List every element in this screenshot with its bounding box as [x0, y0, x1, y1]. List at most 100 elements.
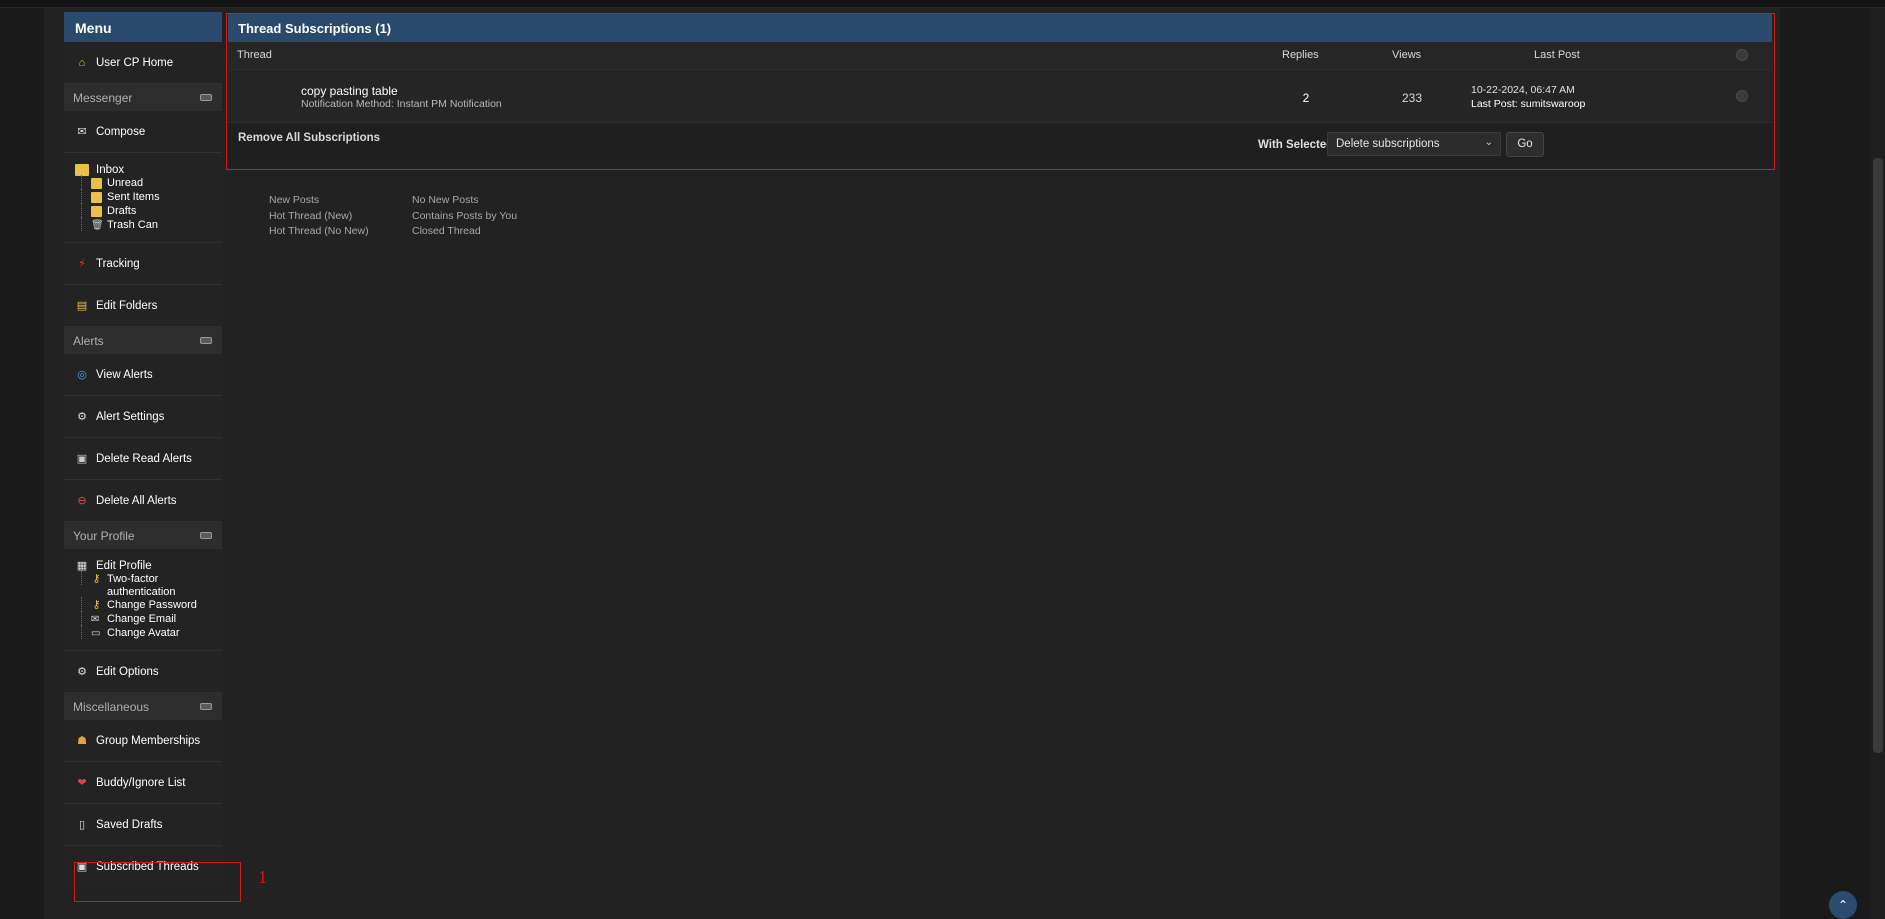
sidebar-subitem-trash-can[interactable]: 🗑 Trash Can	[75, 217, 222, 233]
section-title: Your Profile	[73, 529, 135, 543]
left-gutter	[0, 8, 44, 919]
sidebar-item-inbox[interactable]: Inbox	[75, 163, 222, 177]
sidebar-item-delete-read-alerts[interactable]: ▣ Delete Read Alerts	[64, 438, 222, 480]
sidebar-subitem-two-factor[interactable]: ⚷ Two-factor authentication	[75, 571, 222, 599]
column-header-views[interactable]: Views	[1392, 49, 1421, 61]
thread-title-link[interactable]: copy pasting table	[301, 84, 398, 98]
last-post-user[interactable]: Last Post: sumitswaroop	[1471, 98, 1585, 110]
sidebar-subitem-label: Change Avatar	[107, 627, 180, 639]
menu-title: Menu	[64, 12, 222, 42]
sidebar-subitem-change-email[interactable]: ✉ Change Email	[75, 611, 222, 627]
sidebar-subitem-sent-items[interactable]: Sent Items	[75, 189, 222, 205]
sidebar-item-user-cp-home[interactable]: ⌂ User CP Home	[64, 42, 222, 84]
folder-icon	[91, 192, 102, 203]
envelope-icon: ✉	[77, 125, 87, 138]
section-header-messenger[interactable]: Messenger	[64, 84, 222, 111]
sidebar-item-group-memberships[interactable]: ☗ Group Memberships	[64, 720, 222, 762]
icon-legend-col-2: No New Posts Contains Posts by You Close…	[412, 194, 517, 241]
sidebar-subitem-unread[interactable]: Unread	[75, 175, 222, 191]
usercp-sidebar: Menu ⌂ User CP Home Messenger ✉ Compose …	[64, 12, 222, 888]
column-header-thread[interactable]: Thread	[237, 49, 272, 61]
sidebar-item-tracking[interactable]: ⚡ Tracking	[64, 243, 222, 285]
action-select-value: Delete subscriptions	[1336, 138, 1440, 150]
sidebar-folder-block: Inbox Unread Sent Items Drafts 🗑 Trash C…	[64, 153, 222, 243]
heart-icon: ❤	[77, 776, 87, 789]
section-header-your-profile[interactable]: Your Profile	[64, 522, 222, 549]
annotation-number: 1	[258, 867, 267, 887]
subscribed-threads-icon: ▣	[76, 861, 88, 873]
delete-read-alerts-icon: ▣	[76, 452, 88, 465]
sidebar-subitem-change-avatar[interactable]: ▭ Change Avatar	[75, 625, 222, 641]
sidebar-item-label: View Alerts	[96, 368, 153, 381]
last-post-date: 10-22-2024, 06:47 AM	[1471, 84, 1575, 96]
sidebar-subitem-label: Change Email	[107, 613, 177, 625]
chevron-down-icon: ⌄	[1484, 137, 1493, 148]
section-header-miscellaneous[interactable]: Miscellaneous	[64, 693, 222, 720]
sidebar-item-label: Delete Read Alerts	[96, 452, 192, 465]
sidebar-profile-block: ▦ Edit Profile ⚷ Two-factor authenticati…	[64, 549, 222, 651]
broadcast-icon: ◎	[77, 368, 87, 381]
sidebar-item-compose[interactable]: ✉ Compose	[64, 111, 222, 153]
select-all-checkbox[interactable]	[1736, 49, 1748, 61]
sidebar-item-view-alerts[interactable]: ◎ View Alerts	[64, 354, 222, 396]
section-header-alerts[interactable]: Alerts	[64, 327, 222, 354]
collapse-icon[interactable]	[200, 532, 212, 539]
sidebar-subitem-change-password[interactable]: ⚷ Change Password	[75, 597, 222, 613]
sidebar-item-label: Edit Options	[96, 665, 159, 678]
views-count: 233	[1401, 91, 1423, 105]
folder-icon	[91, 206, 102, 217]
legend-item: Closed Thread	[412, 225, 481, 237]
sidebar-item-subscribed-threads[interactable]: ▣ Subscribed Threads	[64, 846, 222, 888]
collapse-icon[interactable]	[200, 94, 212, 101]
legend-item: Hot Thread (New)	[269, 209, 353, 222]
remove-all-subscriptions-link[interactable]: Remove All Subscriptions	[238, 132, 380, 144]
sidebar-item-edit-profile[interactable]: ▦ Edit Profile	[75, 559, 222, 573]
trash-icon: 🗑	[91, 220, 104, 231]
edit-folders-icon: ▤	[76, 299, 88, 312]
sidebar-item-label: Edit Folders	[96, 299, 158, 312]
gear-icon: ⚙	[77, 665, 87, 678]
sidebar-subitem-label: Two-factor authentication	[107, 573, 176, 598]
notification-method: Notification Method: Instant PM Notifica…	[301, 98, 502, 110]
sidebar-item-label: Alert Settings	[96, 410, 165, 423]
column-header-last-post[interactable]: Last Post	[1534, 49, 1580, 61]
column-header-row: Thread Replies Views Last Post	[228, 42, 1772, 69]
sidebar-item-label: Buddy/Ignore List	[96, 776, 186, 789]
legend-item: New Posts	[269, 194, 320, 206]
replies-count[interactable]: 2	[1294, 91, 1318, 105]
panel-footer: Remove All Subscriptions With Selected: …	[228, 123, 1772, 167]
collapse-icon[interactable]	[200, 337, 212, 344]
gear-icon: ⚙	[77, 410, 87, 423]
sidebar-subitem-label: Unread	[107, 177, 144, 189]
sidebar-subitem-drafts[interactable]: Drafts	[75, 203, 222, 219]
collapse-icon[interactable]	[200, 703, 212, 710]
sidebar-subitem-label: Drafts	[107, 205, 137, 217]
home-icon: ⌂	[78, 56, 86, 69]
sidebar-item-edit-options[interactable]: ⚙ Edit Options	[64, 651, 222, 693]
scrollbar-thumb[interactable]	[1873, 158, 1883, 753]
envelope-icon: ✉	[91, 614, 100, 625]
sidebar-item-label: Saved Drafts	[96, 818, 163, 831]
icon-legend-col-1: New Posts Hot Thread (New) Hot Thread (N…	[269, 194, 369, 241]
legend-item: Hot Thread (No New)	[269, 225, 369, 237]
sidebar-item-alert-settings[interactable]: ⚙ Alert Settings	[64, 396, 222, 438]
scroll-to-top-button[interactable]: ⌃	[1829, 891, 1857, 919]
legend-item: No New Posts	[412, 194, 479, 206]
sidebar-item-label: Subscribed Threads	[96, 861, 199, 873]
folder-icon	[91, 178, 102, 189]
sidebar-item-saved-drafts[interactable]: ▯ Saved Drafts	[64, 804, 222, 846]
go-button[interactable]: Go	[1506, 132, 1544, 157]
avatar-icon: ▭	[91, 628, 101, 639]
sidebar-item-delete-all-alerts[interactable]: ⊖ Delete All Alerts	[64, 480, 222, 522]
sidebar-item-buddy-ignore-list[interactable]: ❤ Buddy/Ignore List	[64, 762, 222, 804]
thread-subscriptions-panel: Thread Subscriptions (1) Thread Replies …	[228, 14, 1772, 167]
row-select-checkbox[interactable]	[1736, 90, 1748, 102]
action-select[interactable]: Delete subscriptions ⌄	[1327, 132, 1501, 156]
sidebar-item-edit-folders[interactable]: ▤ Edit Folders	[64, 285, 222, 327]
column-header-replies[interactable]: Replies	[1282, 49, 1319, 61]
section-title: Messenger	[73, 91, 133, 105]
section-title: Miscellaneous	[73, 700, 150, 714]
section-title: Alerts	[73, 334, 104, 348]
sidebar-item-label: Delete All Alerts	[96, 494, 177, 507]
no-entry-icon: ⊖	[77, 494, 87, 507]
